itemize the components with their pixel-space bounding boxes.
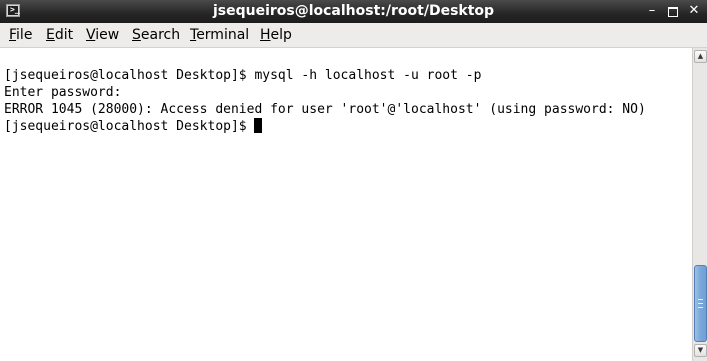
window-title: jsequeiros@localhost:/root/Desktop [212, 3, 495, 19]
thumb-grip [698, 303, 703, 304]
thumb-grip [698, 307, 703, 308]
menu-edit[interactable]: Edit [46, 27, 73, 44]
vertical-scrollbar[interactable]: ▲ ▼ [692, 48, 707, 361]
menu-help-label: elp [270, 27, 292, 43]
menu-view-accel: V [86, 27, 96, 43]
menu-search[interactable]: Search [132, 27, 180, 44]
maximize-button[interactable] [664, 2, 682, 20]
terminal-line-command: [jsequeiros@localhost Desktop]$ mysql -h… [4, 68, 482, 83]
menu-search-accel: S [132, 27, 141, 43]
menu-file-label: ile [16, 27, 33, 43]
menu-bar: File Edit View Search Terminal Help [0, 23, 707, 48]
close-button[interactable]: ✕ [685, 2, 703, 20]
menu-view[interactable]: View [86, 27, 119, 44]
text-cursor [254, 118, 263, 133]
scrollbar-thumb[interactable] [694, 265, 707, 342]
maximize-icon [668, 7, 678, 17]
terminal-output[interactable]: [jsequeiros@localhost Desktop]$ mysql -h… [0, 48, 692, 361]
menu-file[interactable]: File [9, 27, 32, 44]
minimize-button[interactable]: – [643, 2, 661, 20]
scroll-down-button[interactable]: ▼ [694, 344, 707, 357]
menu-help[interactable]: Help [260, 27, 292, 44]
terminal-window: >_ jsequeiros@localhost:/root/Desktop – … [0, 0, 707, 361]
terminal-line-password-prompt: Enter password: [4, 85, 122, 100]
menu-edit-label: dit [54, 27, 74, 43]
menu-view-label: iew [95, 27, 120, 43]
scroll-up-button[interactable]: ▲ [694, 50, 707, 63]
terminal-line-error: ERROR 1045 (28000): Access denied for us… [4, 102, 646, 117]
menu-file-accel: F [9, 27, 17, 43]
title-bar[interactable]: >_ jsequeiros@localhost:/root/Desktop – … [0, 0, 707, 23]
menu-search-label: earch [140, 27, 181, 43]
menu-help-accel: H [260, 27, 271, 43]
menu-terminal-label: erminal [196, 27, 250, 43]
shell-prompt: [jsequeiros@localhost Desktop]$ [4, 119, 255, 134]
thumb-grip [698, 299, 703, 300]
terminal-line-prompt: [jsequeiros@localhost Desktop]$ [4, 118, 263, 135]
menu-edit-accel: E [46, 27, 55, 43]
menu-terminal[interactable]: Terminal [190, 27, 249, 44]
